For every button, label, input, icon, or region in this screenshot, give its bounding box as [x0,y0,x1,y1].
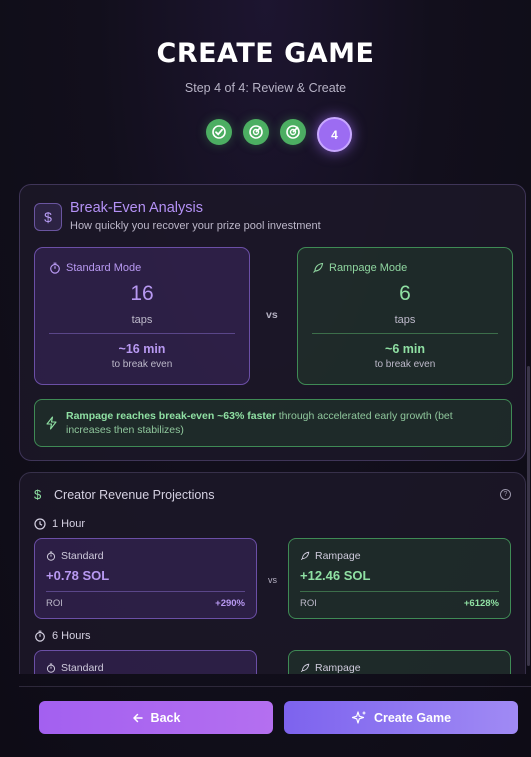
page-title: CREATE GAME [156,38,375,69]
insight-highlight: Rampage reaches break-even ~63% faster [66,410,276,422]
standard-mode-label: Standard Mode [66,262,142,274]
revenue-projections-card: $ Creator Revenue Projections ? 1 Hour S… [19,472,526,674]
rampage-1h-roi: +6128% [463,598,499,609]
rampage-6h-box: Rampage [288,650,511,674]
back-button[interactable]: Back [39,701,273,734]
step-2-target-icon[interactable] [243,119,269,145]
break-even-subtitle: How quickly you recover your prize pool … [70,220,321,232]
period-label: 1 Hour [52,518,86,530]
break-even-title: Break-Even Analysis [70,200,203,216]
timer-icon [46,551,56,561]
rocket-icon [300,551,310,561]
step-indicator-text: Step 4 of 4: Review & Create [184,81,347,95]
revenue-title: Creator Revenue Projections [54,488,215,502]
period-1-hour: 1 Hour [34,518,85,530]
back-button-label: Back [150,710,181,725]
create-game-button[interactable]: Create Game [284,701,518,734]
help-icon[interactable]: ? [500,489,511,500]
rampage-taps-label: taps [394,314,416,326]
rampage-mode-box: Rampage Mode 6 taps ~6 min to break even [297,247,513,385]
rocket-icon [300,663,310,673]
divider [49,333,235,334]
standard-time-value: ~16 min [118,342,166,356]
create-game-button-label: Create Game [373,710,452,725]
standard-label: Standard [61,550,104,562]
standard-taps-label: taps [131,314,153,326]
step-1-check-icon[interactable] [206,119,232,145]
divider [312,333,498,334]
rampage-mode-label: Rampage Mode [329,262,408,274]
rocket-icon [313,262,324,273]
clock-icon [34,518,46,530]
standard-mode-box: Standard Mode 16 taps ~16 min to break e… [34,247,250,385]
standard-6h-box: Standard [34,650,257,674]
timer-icon [50,262,60,274]
rampage-time-label: to break even [374,359,436,370]
rampage-taps-value: 6 [399,282,411,305]
standard-1h-revenue: +0.78 SOL [46,568,110,583]
lightning-icon [46,416,57,430]
roi-label: ROI [46,598,63,609]
scrollbar[interactable] [527,366,530,666]
period-6-hours: 6 Hours [34,630,91,642]
standard-taps-value: 16 [130,282,154,305]
arrow-left-icon [132,713,143,722]
dollar-icon: $ [34,487,42,502]
break-even-insight: Rampage reaches break-even ~63% faster t… [34,399,512,447]
sparkles-icon [351,710,366,724]
standard-1h-roi: +290% [215,598,245,609]
roi-label: ROI [300,598,317,609]
step-3-target-icon[interactable] [280,119,306,145]
insight-text: Rampage reaches break-even ~63% faster t… [66,409,499,437]
timer-icon [46,663,56,673]
vs-label: vs [266,309,278,321]
divider [300,591,499,592]
standard-1h-box: Standard +0.78 SOL ROI +290% [34,538,257,619]
dollar-icon: $ [34,203,62,231]
review-scroll-area[interactable]: $ Break-Even Analysis How quickly you re… [19,184,526,674]
divider [46,591,245,592]
step-progress: 4 [0,117,531,154]
break-even-card: $ Break-Even Analysis How quickly you re… [19,184,526,461]
step-4-current[interactable]: 4 [317,117,352,152]
rampage-1h-box: Rampage +12.46 SOL ROI +6128% [288,538,511,619]
rampage-label: Rampage [315,550,361,562]
rampage-label: Rampage [315,662,361,674]
timer-icon [35,630,45,642]
footer-divider [19,686,531,687]
standard-time-label: to break even [111,359,173,370]
period-label: 6 Hours [52,630,91,642]
rampage-1h-revenue: +12.46 SOL [300,568,371,583]
rampage-time-value: ~6 min [385,342,425,356]
vs-label: vs [268,575,277,585]
standard-label: Standard [61,662,104,674]
